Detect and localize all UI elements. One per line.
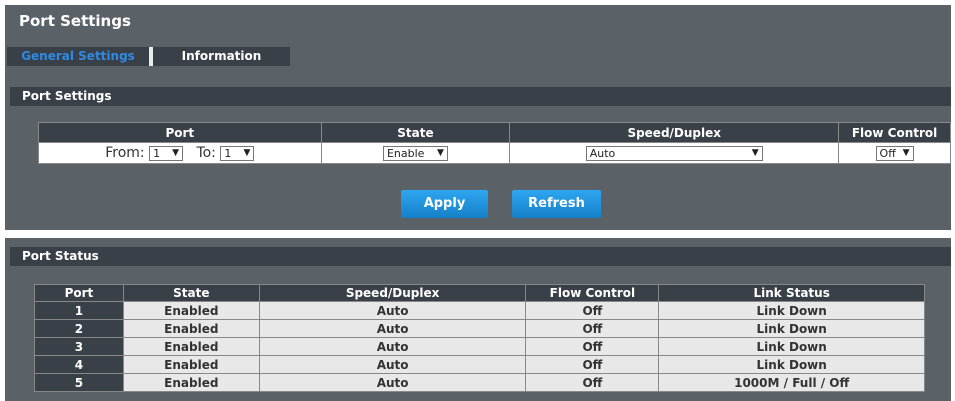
speed-duplex-value: Auto (258, 337, 527, 356)
speed-duplex-cell: Auto ▼ (509, 142, 840, 164)
port-status-table: Port State Speed/Duplex Flow Control Lin… (34, 284, 925, 392)
speed-duplex-select[interactable]: Auto ▼ (585, 145, 763, 161)
to-port-select[interactable]: 1 ▼ (220, 145, 255, 161)
state-value: Enabled (122, 355, 260, 374)
from-port-select[interactable]: 1 ▼ (149, 145, 184, 161)
table-row: 3 Enabled Auto Off Link Down (34, 337, 925, 356)
chevron-down-icon: ▼ (437, 147, 444, 158)
from-port-value: 1 (153, 146, 161, 160)
link-status-value: Link Down (658, 337, 925, 356)
flow-control-value: Off (525, 355, 660, 374)
to-port-value: 1 (224, 146, 232, 160)
status-header-speed-duplex: Speed/Duplex (258, 284, 527, 302)
from-label: From: (105, 145, 145, 161)
page-title: Port Settings (19, 12, 131, 30)
link-status-value: Link Down (658, 301, 925, 320)
table-row: 4 Enabled Auto Off Link Down (34, 355, 925, 374)
port-number: 4 (34, 355, 124, 374)
port-number: 3 (34, 337, 124, 356)
flow-control-value: Off (525, 301, 660, 320)
state-value: Enabled (122, 319, 260, 338)
state-select[interactable]: Enable ▼ (382, 145, 448, 161)
apply-button[interactable]: Apply (401, 190, 488, 218)
chevron-down-icon: ▼ (902, 147, 910, 158)
refresh-button[interactable]: Refresh (512, 190, 601, 218)
port-status-section-header: Port Status (10, 247, 951, 266)
speed-duplex-value: Auto (258, 355, 527, 374)
table-row: 1 Enabled Auto Off Link Down (34, 301, 925, 320)
flow-control-select[interactable]: Off ▼ (875, 145, 914, 161)
port-settings-section-header: Port Settings (10, 87, 951, 106)
port-range-cell: From: 1 ▼ To: 1 ▼ (38, 142, 322, 164)
speed-duplex-value: Auto (258, 373, 527, 392)
tab-information[interactable]: Information (153, 47, 290, 66)
chevron-down-icon: ▼ (243, 147, 251, 158)
header-port: Port (38, 122, 322, 143)
tab-general-settings[interactable]: General Settings (7, 47, 149, 66)
chevron-down-icon: ▼ (172, 147, 180, 158)
state-cell: Enable ▼ (320, 142, 511, 164)
port-number: 5 (34, 373, 124, 392)
header-state: State (320, 122, 511, 143)
to-label: To: (196, 145, 216, 161)
state-value: Enabled (122, 373, 260, 392)
speed-duplex-value: Auto (258, 319, 527, 338)
state-value: Enable (386, 146, 425, 160)
flow-control-value: Off (879, 146, 896, 160)
table-row: 2 Enabled Auto Off Link Down (34, 319, 925, 338)
port-number: 2 (34, 319, 124, 338)
link-status-value: 1000M / Full / Off (658, 373, 925, 392)
speed-duplex-value: Auto (258, 301, 527, 320)
speed-duplex-value: Auto (589, 146, 616, 160)
header-flow-control: Flow Control (838, 122, 951, 143)
status-header-link-status: Link Status (658, 284, 925, 302)
link-status-value: Link Down (658, 355, 925, 374)
flow-control-value: Off (525, 337, 660, 356)
port-settings-table: Port State Speed/Duplex Flow Control Fro… (38, 122, 951, 164)
flow-control-value: Off (525, 373, 660, 392)
header-speed-duplex: Speed/Duplex (509, 122, 840, 143)
table-row: 5 Enabled Auto Off 1000M / Full / Off (34, 373, 925, 392)
port-number: 1 (34, 301, 124, 320)
status-header-state: State (122, 284, 260, 302)
chevron-down-icon: ▼ (751, 147, 759, 158)
status-header-port: Port (34, 284, 124, 302)
flow-control-cell: Off ▼ (838, 142, 951, 164)
status-header-flow-control: Flow Control (525, 284, 660, 302)
flow-control-value: Off (525, 319, 660, 338)
tab-bar: General Settings Information (7, 47, 290, 66)
link-status-value: Link Down (658, 319, 925, 338)
state-value: Enabled (122, 301, 260, 320)
state-value: Enabled (122, 337, 260, 356)
